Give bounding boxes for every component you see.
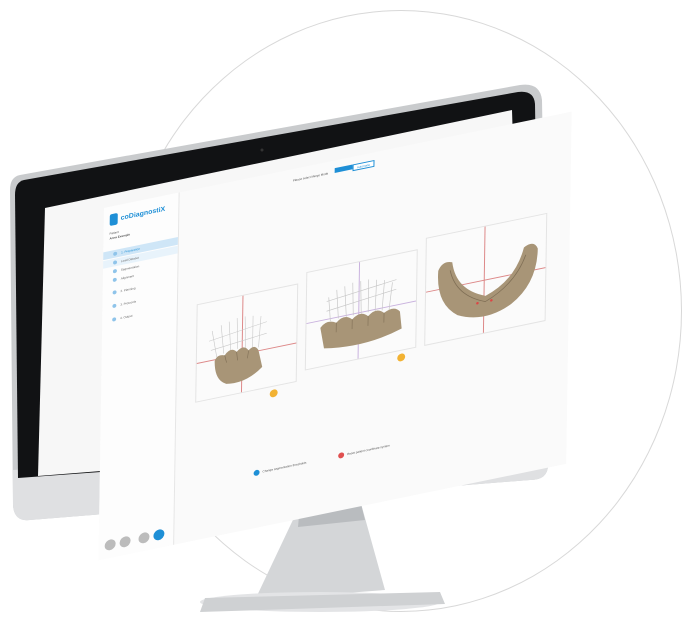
jaw-model-center xyxy=(320,279,402,349)
step-icon xyxy=(112,268,117,274)
change-threshold-action[interactable]: Change segmentation thresholds xyxy=(253,460,307,477)
logo-icon xyxy=(109,212,118,227)
sidebar-item-label: 4. Output xyxy=(120,313,133,321)
change-threshold-label: Change segmentation thresholds xyxy=(262,460,307,474)
step-icon xyxy=(113,260,118,265)
step-icon xyxy=(112,303,117,309)
reset-coordinate-label: Reset patient coordinate system xyxy=(347,443,390,457)
tooth-icon[interactable] xyxy=(269,388,278,398)
jaw-model-left xyxy=(209,315,267,384)
jaw-model-right xyxy=(438,243,538,318)
view-left[interactable] xyxy=(195,283,299,403)
next-icon[interactable] xyxy=(153,528,165,542)
view-center[interactable] xyxy=(304,249,418,371)
sidebar-item-label: Alignment xyxy=(120,273,135,281)
sidebar-item-label: 3. Protocols xyxy=(120,299,137,307)
step-icon xyxy=(112,277,117,283)
sidebar-item-label: 2. Planning xyxy=(120,286,136,294)
step-icon xyxy=(113,251,118,257)
view-right[interactable] xyxy=(424,212,548,346)
app-logo: coDiagnostiX xyxy=(109,203,166,227)
back-icon[interactable] xyxy=(138,531,150,545)
logo-text: coDiagnostiX xyxy=(120,205,166,222)
help-icon[interactable] xyxy=(119,535,131,549)
settings-icon[interactable] xyxy=(104,538,116,552)
reset-coordinate-action[interactable]: Reset patient coordinate system xyxy=(338,442,390,459)
tooth-icon[interactable] xyxy=(397,352,406,363)
merge-mode-label: Please select Merge Mode xyxy=(292,171,329,183)
step-icon xyxy=(112,290,117,295)
sidebar: coDiagnostiX Patient Anna Example 1. Pre… xyxy=(98,192,180,561)
merge-mode-automatic[interactable]: Automatic xyxy=(352,159,375,172)
merge-mode-manual[interactable] xyxy=(334,164,353,173)
edit-icon xyxy=(253,469,260,477)
reset-icon xyxy=(338,451,345,459)
sidebar-bottom-buttons xyxy=(104,528,165,552)
step-icon xyxy=(112,317,117,322)
